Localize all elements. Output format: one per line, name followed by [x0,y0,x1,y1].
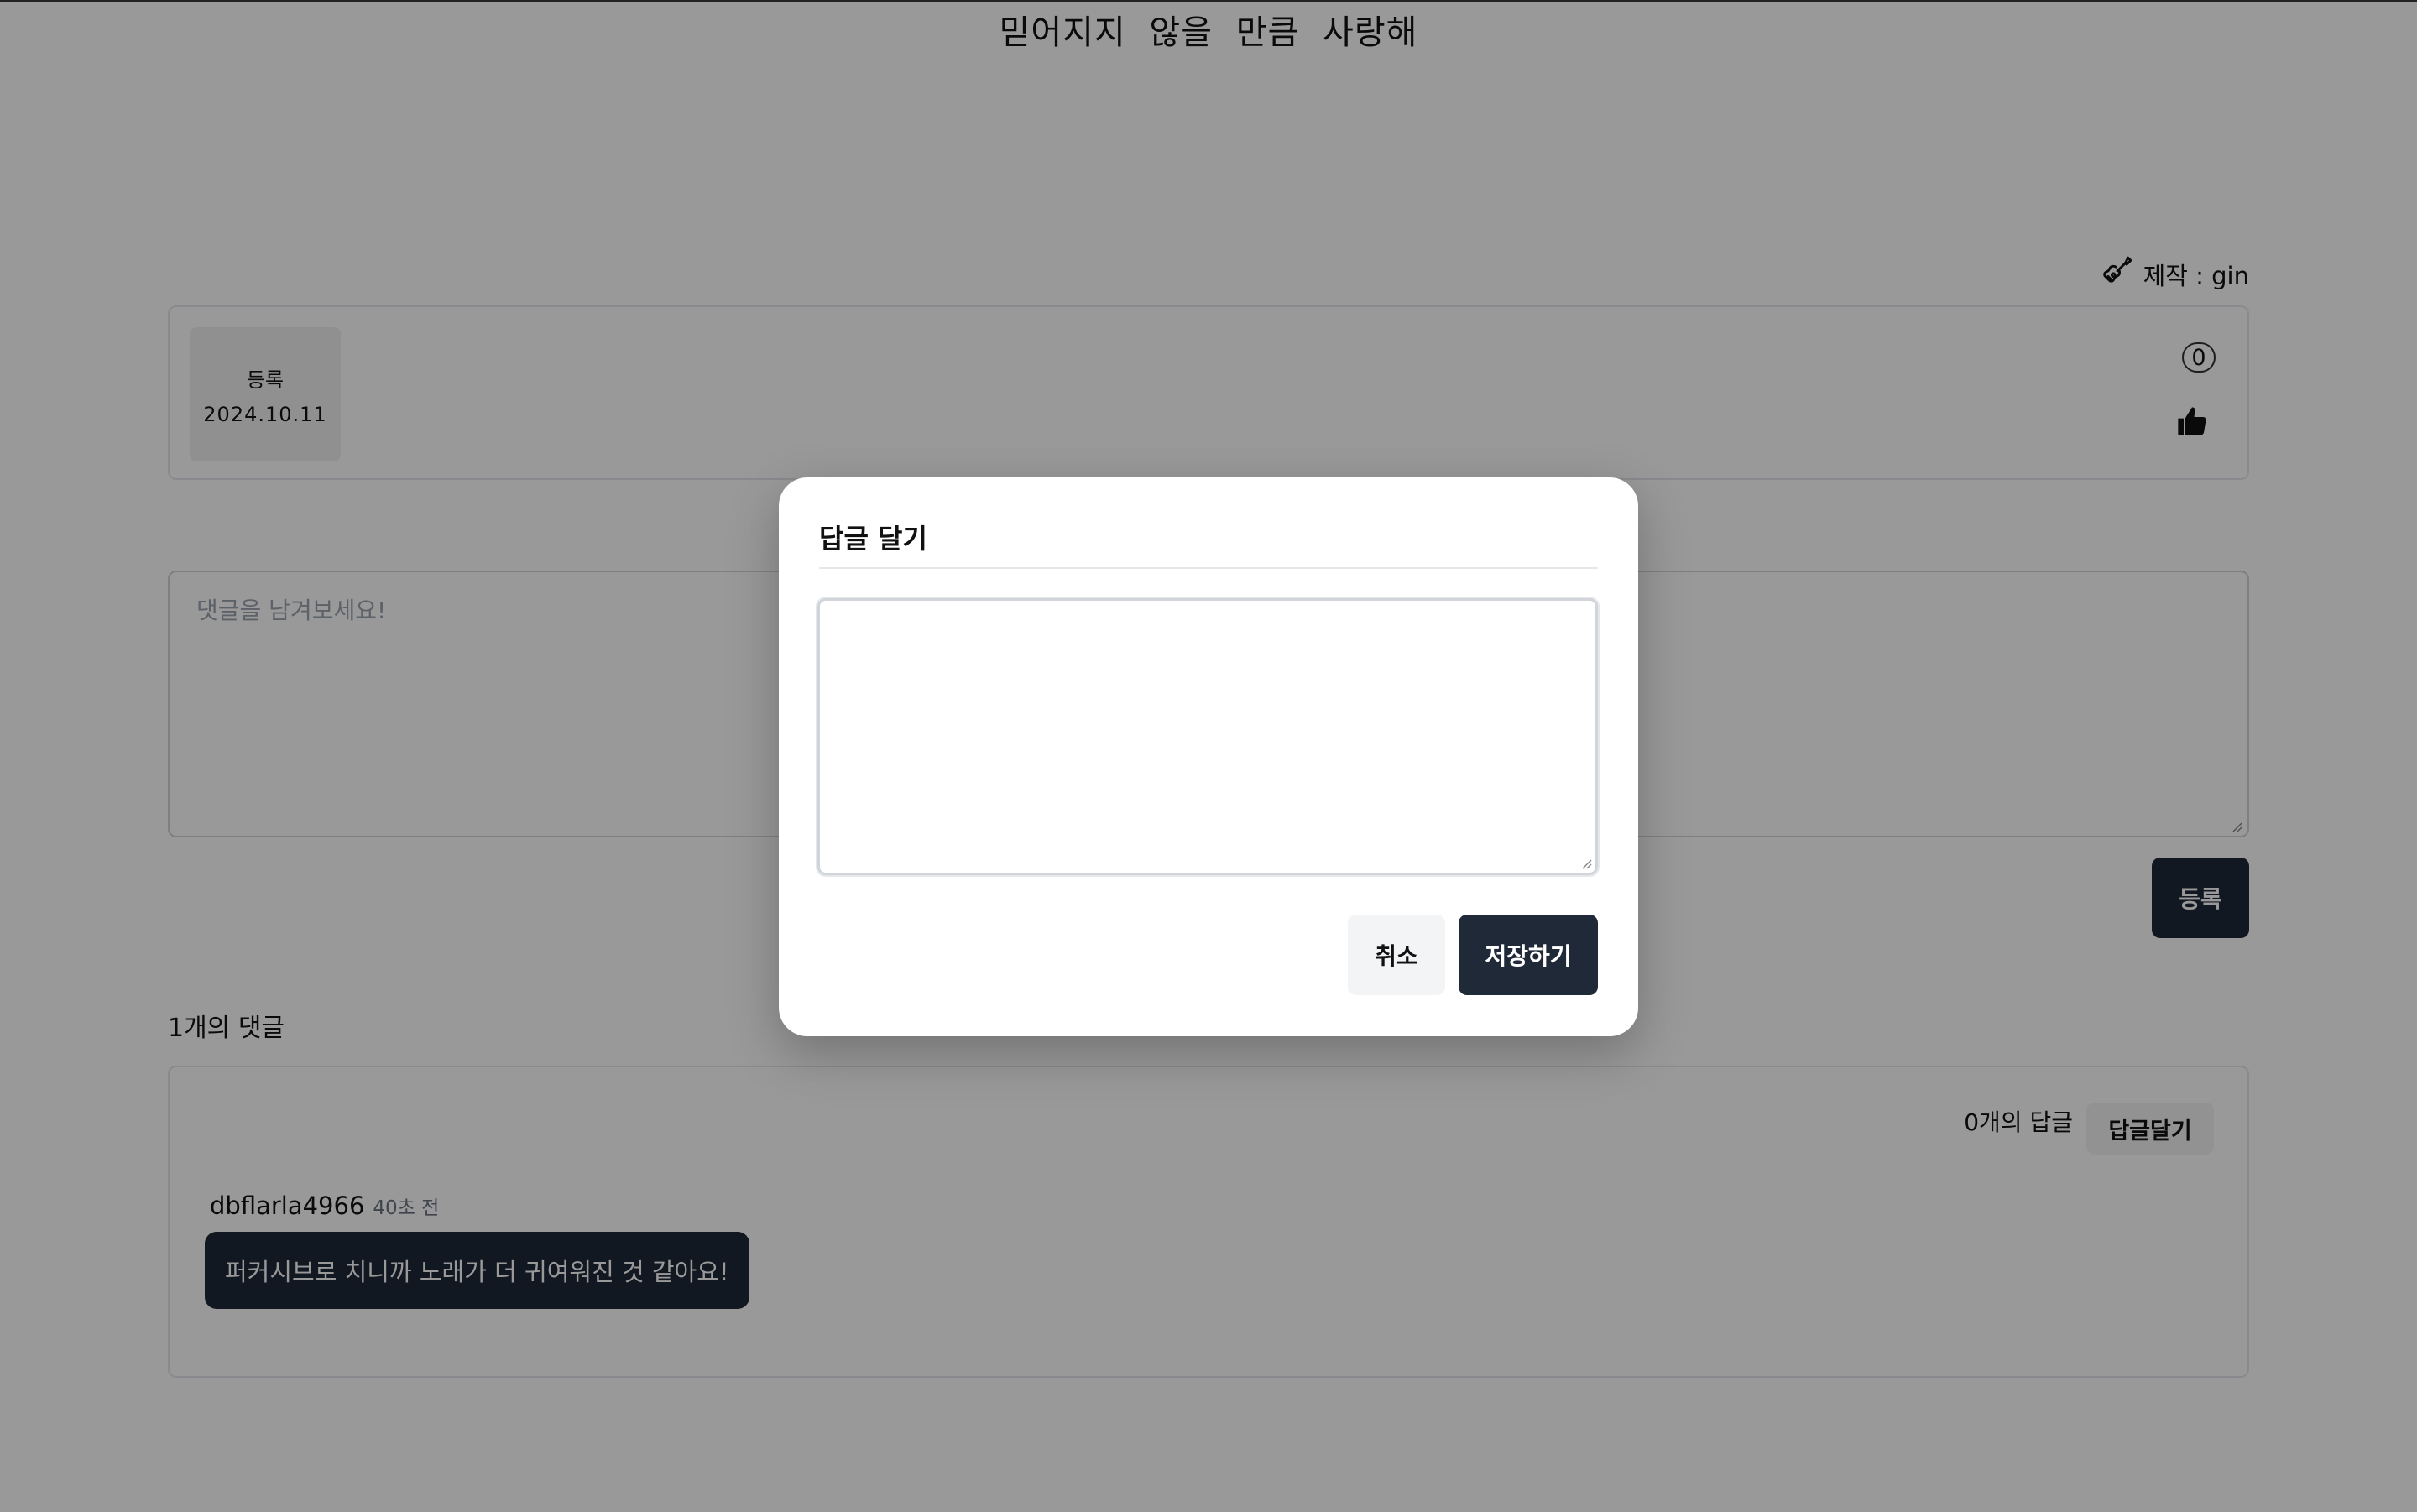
cancel-button[interactable]: 취소 [1348,915,1445,995]
reply-textarea[interactable] [817,598,1598,875]
save-button[interactable]: 저장하기 [1459,915,1598,995]
reply-modal: 답글 달기 취소 저장하기 [779,477,1638,1036]
song-page: 믿어지지 않을 만큼 사랑해 제작 : gin 등록 2024.10.11 0 … [0,0,2417,1512]
modal-divider [819,567,1598,569]
modal-title: 답글 달기 [819,523,927,555]
resize-grip-icon[interactable] [1579,856,1592,869]
